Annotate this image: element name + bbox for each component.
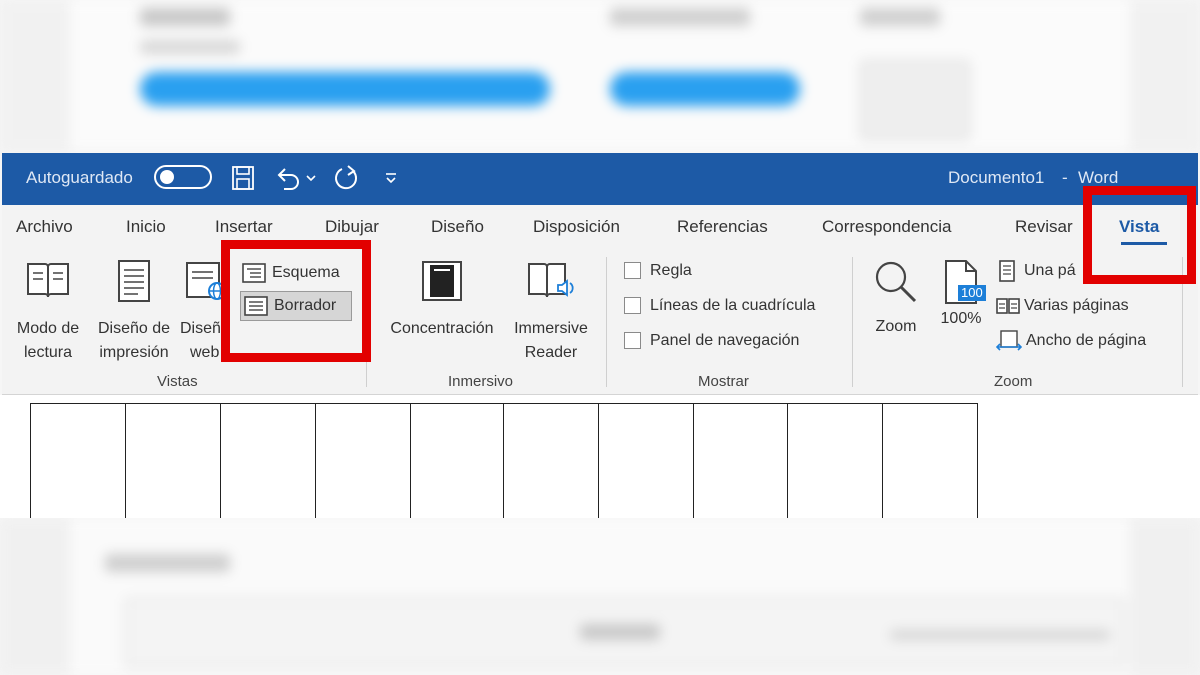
blurred-background-bottom <box>0 518 1200 675</box>
group-label-zoom: Zoom <box>994 373 1033 390</box>
print-layout-button[interactable]: Diseño de impresión <box>90 259 178 365</box>
screenshot: { "titlebar": { "autosave_label": "Autog… <box>0 0 1200 675</box>
immersive-reader-label-1: Immersive <box>514 320 588 337</box>
table-cell[interactable] <box>125 403 221 518</box>
multiple-pages-icon <box>996 298 1020 314</box>
magnifier-icon <box>875 261 917 303</box>
title-separator: - <box>1062 168 1068 187</box>
undo-dropdown-icon[interactable] <box>304 163 318 193</box>
tab-revisar[interactable]: Revisar <box>1015 217 1073 237</box>
ribbon-panel: Modo de lectura Diseño de impresión Dise… <box>2 249 1198 395</box>
table-cell[interactable] <box>410 403 504 518</box>
table-cell[interactable] <box>882 403 978 518</box>
ruler-label: Regla <box>650 262 692 279</box>
table-cell[interactable] <box>30 403 126 518</box>
immersive-reader-label-2: Reader <box>524 344 578 361</box>
ribbon-tabs: Archivo Inicio Insertar Dibujar Diseño D… <box>2 205 1198 249</box>
group-label-vistas: Vistas <box>157 373 198 390</box>
print-layout-label-2: impresión <box>99 344 169 361</box>
redo-icon[interactable] <box>330 163 364 193</box>
ruler-checkbox[interactable] <box>624 262 641 279</box>
table-cell[interactable] <box>598 403 694 518</box>
table-cell[interactable] <box>503 403 599 518</box>
immersive-reader-icon <box>528 263 574 298</box>
read-mode-button[interactable]: Modo de lectura <box>10 259 86 365</box>
tab-dibujar[interactable]: Dibujar <box>325 217 379 237</box>
multiple-pages-label: Varias páginas <box>1024 297 1129 314</box>
save-icon[interactable] <box>228 163 258 193</box>
tab-correspondencia[interactable]: Correspondencia <box>822 217 951 237</box>
zoom-button[interactable]: Zoom <box>866 259 926 339</box>
group-separator <box>852 257 853 387</box>
page-width-label: Ancho de página <box>1026 332 1147 349</box>
group-label-mostrar: Mostrar <box>698 373 749 390</box>
tab-referencias[interactable]: Referencias <box>677 217 768 237</box>
table-cell[interactable] <box>693 403 788 518</box>
undo-icon[interactable] <box>272 163 304 193</box>
nav-pane-label: Panel de navegación <box>650 332 800 349</box>
zoom-100-button[interactable]: 100 100% <box>934 259 988 331</box>
autosave-label: Autoguardado <box>26 168 133 187</box>
autosave-toggle[interactable] <box>154 165 212 189</box>
zoom-label: Zoom <box>875 318 917 335</box>
blurred-background-top <box>0 0 1200 152</box>
book-icon <box>27 263 69 298</box>
gridlines-checkbox[interactable] <box>624 297 641 314</box>
table-cell[interactable] <box>787 403 883 518</box>
table-cell[interactable] <box>220 403 316 518</box>
tab-inicio[interactable]: Inicio <box>126 217 166 237</box>
focus-icon <box>422 261 462 301</box>
page-width-icon <box>996 330 1022 351</box>
gridlines-label: Líneas de la cuadrícula <box>650 297 816 314</box>
zoom-100-badge: 100 <box>958 285 986 301</box>
app-name: Word <box>1078 168 1119 187</box>
zoom-100-label: 100% <box>940 310 982 327</box>
group-separator <box>606 257 607 387</box>
one-page-label: Una pá <box>1024 262 1076 279</box>
read-mode-label-1: Modo de <box>16 320 80 337</box>
tab-archivo[interactable]: Archivo <box>16 217 73 237</box>
title-bar: Autoguardado Documento1 - Word <box>2 153 1198 205</box>
highlight-box-vista <box>1083 186 1196 284</box>
page-icon <box>118 260 150 302</box>
focus-label: Concentración <box>390 320 494 337</box>
one-page-icon <box>999 260 1015 282</box>
customize-toolbar-icon[interactable] <box>380 163 402 193</box>
zoom-100-icon: 100 <box>938 259 986 305</box>
highlight-box-borrador <box>221 240 371 362</box>
tab-insertar[interactable]: Insertar <box>215 217 273 237</box>
document-table <box>0 395 1200 518</box>
page-width-button[interactable]: Ancho de página <box>996 329 1146 353</box>
nav-pane-checkbox[interactable] <box>624 332 641 349</box>
immersive-reader-button[interactable]: Immersive Reader <box>506 259 596 365</box>
multiple-pages-button[interactable]: Varias páginas <box>996 294 1129 318</box>
group-label-inmersivo: Inmersivo <box>448 373 514 390</box>
tab-disposicion[interactable]: Disposición <box>533 217 620 237</box>
tab-diseno[interactable]: Diseño <box>431 217 484 237</box>
table-cell[interactable] <box>315 403 411 518</box>
focus-button[interactable]: Concentración <box>380 259 504 341</box>
toggle-knob <box>160 170 174 184</box>
document-title: Documento1 <box>948 168 1045 187</box>
read-mode-label-2: lectura <box>23 344 73 361</box>
print-layout-label-1: Diseño de <box>97 320 171 337</box>
